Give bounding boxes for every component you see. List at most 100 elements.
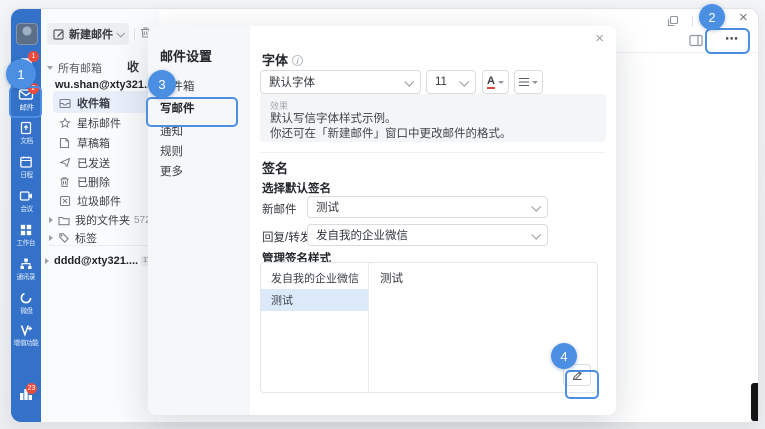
- info-icon: i: [292, 55, 303, 66]
- list-style-button[interactable]: [514, 70, 543, 94]
- choose-signature-heading: 选择默认签名: [262, 180, 331, 196]
- tag-icon: [58, 232, 70, 244]
- signature-item[interactable]: 发自我的企业微信: [261, 267, 368, 289]
- reply-signature-select[interactable]: 发自我的企业微信: [307, 224, 548, 246]
- rail-item-label: 增值功能: [14, 339, 39, 348]
- caret-right-icon: [45, 258, 49, 264]
- background-window-sliver: [751, 383, 758, 421]
- font-color-button[interactable]: A: [482, 70, 509, 94]
- draft-icon: [59, 137, 70, 149]
- mail-settings-modal: 邮件设置 收件箱 写邮件 通知 规则 更多 × 字体i 默认字体 11 A 效果: [148, 26, 616, 415]
- account-row-2[interactable]: dddd@xty321.... 175: [41, 251, 163, 271]
- folder-label: 我的文件夹: [75, 212, 130, 228]
- reply-forward-label: 回复/转发: [262, 229, 311, 245]
- signature-item-selected[interactable]: 测试: [261, 289, 368, 311]
- folder-icon: [58, 215, 70, 226]
- chevron-down-icon: [531, 229, 541, 239]
- rail-item-app-center[interactable]: 23: [11, 387, 41, 402]
- callout-ring-mail-rail: [9, 86, 42, 118]
- group-label: 所有邮箱: [58, 60, 102, 76]
- signature-manager-box: 发自我的企业微信 测试 测试: [260, 262, 598, 393]
- junk-icon: [59, 195, 71, 207]
- callout-ring-compose-nav: [146, 97, 238, 127]
- rail-item-label: 微盘: [20, 307, 32, 316]
- preview-line-1: 默认写信字体样式示例。: [270, 112, 596, 127]
- modal-close-button[interactable]: ×: [595, 30, 604, 48]
- workbench-grid-icon: [19, 223, 33, 237]
- folder-label: 草稿箱: [77, 135, 110, 151]
- font-size-value: 11: [435, 76, 447, 88]
- rail-item-label: 通讯录: [17, 273, 36, 282]
- chevron-down-icon: [531, 201, 541, 211]
- controls-divider: [692, 16, 693, 27]
- chevron-down-icon: [404, 76, 414, 86]
- calendar-icon: [19, 155, 33, 169]
- v-plus-icon: [19, 323, 34, 337]
- font-preview-box: 效果 默认写信字体样式示例。 你还可在「新建邮件」窗口中更改邮件的格式。: [260, 94, 606, 142]
- folder-label: 已删除: [77, 174, 110, 190]
- callout-number-4: 4: [551, 343, 577, 369]
- font-section-heading: 字体 i: [262, 50, 303, 69]
- callout-ring-more-button: [705, 28, 750, 54]
- meeting-icon: [19, 189, 33, 203]
- rail-item-meeting[interactable]: 会议: [11, 189, 41, 214]
- app-center-badge: 23: [26, 383, 37, 394]
- callout-number-3: 3: [148, 70, 176, 98]
- font-family-select[interactable]: 默认字体: [260, 70, 421, 94]
- rail-item-docs[interactable]: 文档: [11, 121, 41, 146]
- rail-item-label: 文档: [20, 137, 32, 146]
- layout-toggle-button[interactable]: [689, 34, 703, 52]
- rail-item-value-added[interactable]: 增值功能: [11, 323, 41, 348]
- message-list-header-partial: 收: [127, 58, 139, 75]
- layout-panel-icon: [689, 34, 703, 47]
- rail-item-workbench[interactable]: 工作台: [11, 223, 41, 248]
- settings-nav-rules[interactable]: 规则: [160, 142, 183, 160]
- rail-item-label: 会议: [20, 205, 32, 214]
- caret-right-icon: [49, 217, 53, 223]
- rail-item-contacts[interactable]: 通讯录: [11, 257, 41, 282]
- new-mail-signature-select[interactable]: 测试: [307, 196, 548, 218]
- callout-number-2: 2: [699, 4, 725, 30]
- compose-icon: [53, 28, 65, 40]
- contacts-icon: [19, 257, 33, 271]
- settings-nav-more[interactable]: 更多: [160, 162, 183, 180]
- signature-heading: 签名: [262, 158, 288, 177]
- settings-title: 邮件设置: [160, 46, 212, 65]
- user-avatar[interactable]: [16, 23, 38, 45]
- font-size-select[interactable]: 11: [426, 70, 476, 94]
- window-close-button[interactable]: ×: [739, 9, 748, 26]
- compose-button[interactable]: 新建邮件: [47, 23, 129, 45]
- new-mail-signature-value: 测试: [316, 199, 339, 215]
- rail-item-label: 工作台: [17, 239, 36, 248]
- folder-label: 已发送: [77, 155, 110, 171]
- folder-label: 垃圾邮件: [77, 193, 121, 209]
- folder-label: 收件箱: [77, 95, 110, 111]
- chevron-down-icon: [116, 29, 124, 37]
- rail-item-calendar[interactable]: 日程: [11, 155, 41, 180]
- folder-label: 星标邮件: [77, 115, 121, 131]
- account-label: wu.shan@xty321....: [55, 79, 156, 91]
- account-label: dddd@xty321....: [54, 255, 138, 267]
- callout-number-1: 1: [6, 59, 36, 89]
- chat-unread-badge: 1: [28, 51, 39, 62]
- drive-icon: [19, 291, 33, 305]
- preview-line-2: 你还可在「新建邮件」窗口中更改邮件的格式。: [270, 127, 596, 142]
- toolbar-divider: [134, 28, 135, 40]
- deleted-icon: [59, 176, 70, 188]
- rail-item-drive[interactable]: 微盘: [11, 291, 41, 316]
- tree-divider: [49, 245, 149, 246]
- caret-down-icon: [498, 81, 504, 84]
- reply-signature-value: 发自我的企业微信: [316, 227, 408, 243]
- chevron-down-icon: [459, 76, 469, 86]
- star-icon: [59, 117, 71, 129]
- caret-down-icon: [47, 66, 53, 70]
- callout-ring-edit-button: [565, 370, 599, 399]
- compose-label: 新建邮件: [69, 26, 113, 42]
- document-icon: [19, 121, 33, 135]
- font-color-letter: A: [487, 75, 495, 89]
- popout-button[interactable]: [667, 14, 679, 32]
- signature-preview-text: 测试: [380, 270, 403, 286]
- rail-item-label: 日程: [20, 171, 32, 180]
- font-heading-text: 字体: [262, 53, 288, 68]
- preview-label: 效果: [270, 99, 596, 112]
